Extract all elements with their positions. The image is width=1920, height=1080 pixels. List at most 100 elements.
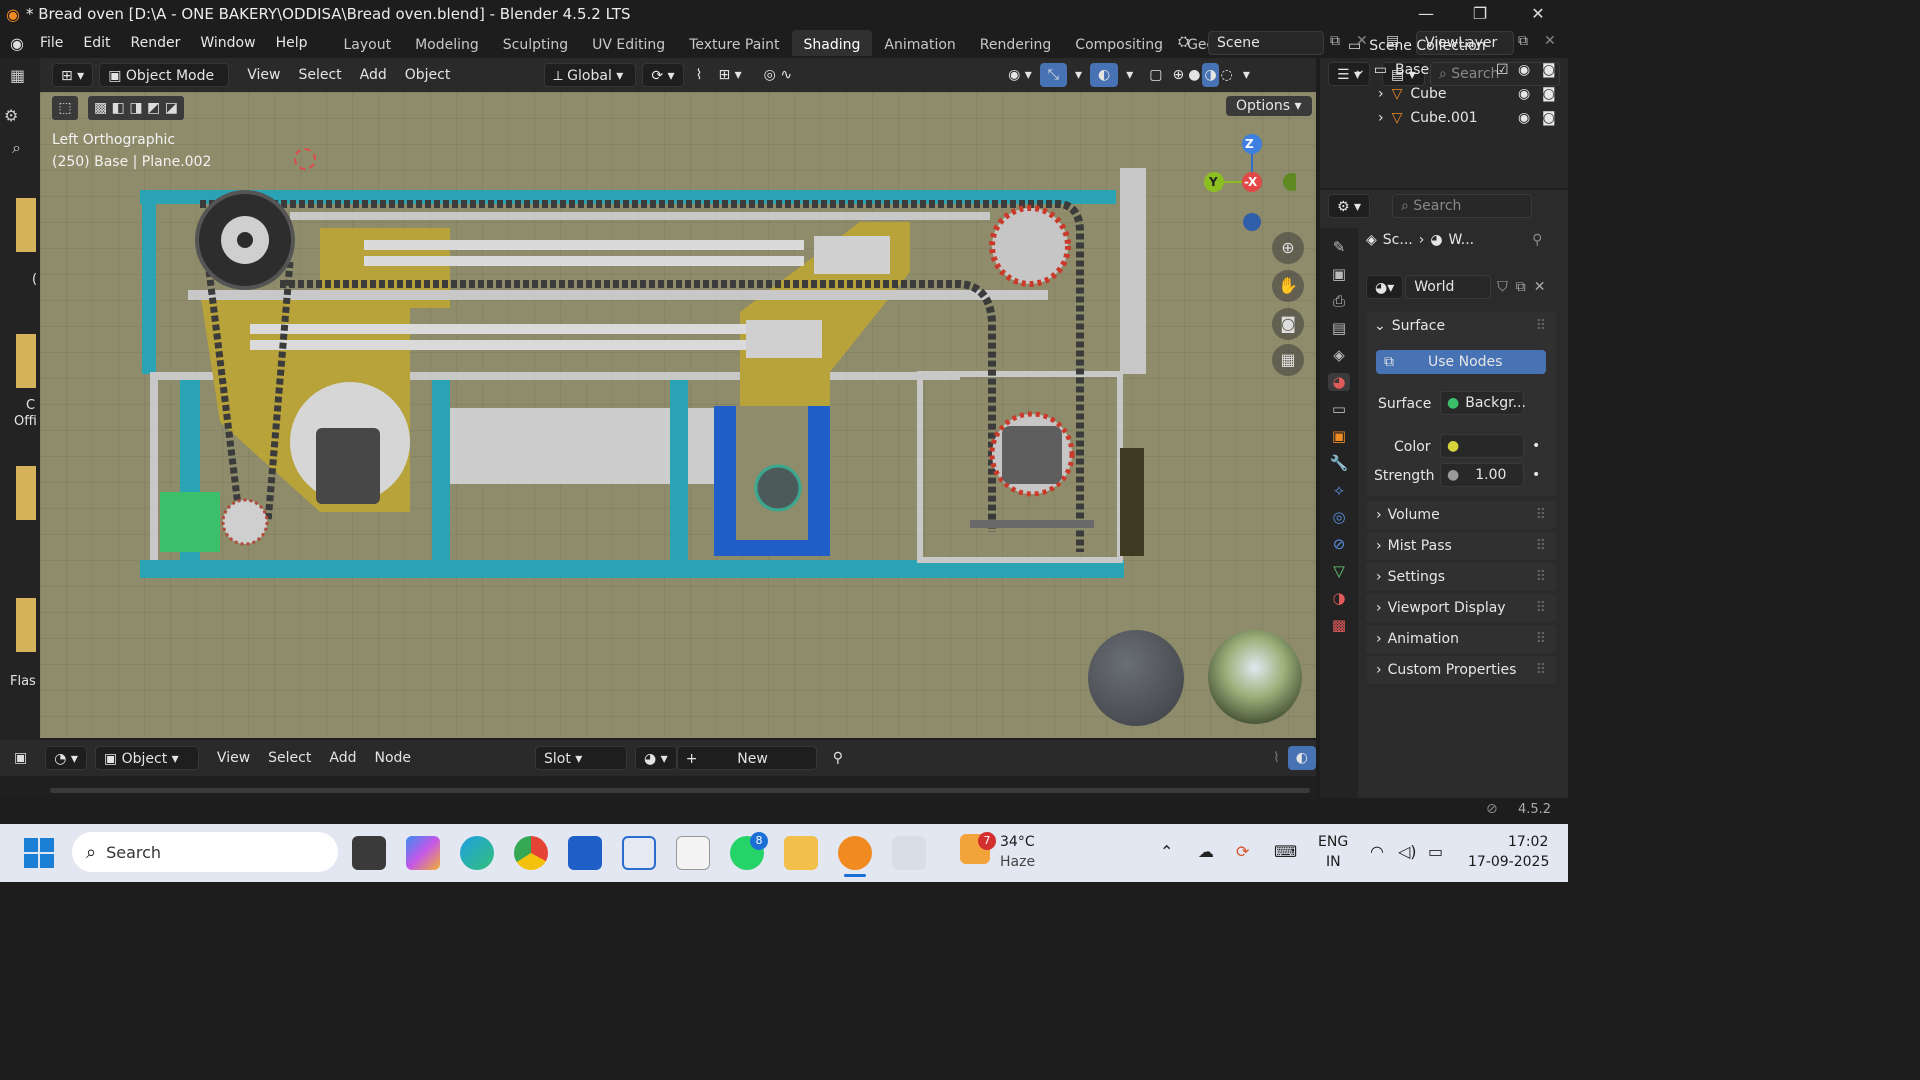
folder-thumb[interactable] <box>16 598 36 652</box>
node-menu-view[interactable]: View <box>209 746 258 770</box>
windows-start-icon[interactable] <box>24 838 54 868</box>
data-tab-icon[interactable]: ▽ <box>1333 562 1345 580</box>
wifi-icon[interactable]: ◠ <box>1370 842 1384 861</box>
custom-properties-panel-header[interactable]: › Custom Properties ⠿ <box>1366 656 1556 684</box>
pin-icon[interactable]: ⚲ <box>825 746 851 770</box>
transform-orientation-dropdown[interactable]: ⟂ Global ▾ <box>544 63 637 87</box>
blender-menu-icon[interactable]: ◉ <box>10 34 24 53</box>
view-layer-tab-icon[interactable]: ▤ <box>1332 319 1346 337</box>
fake-user-icon[interactable]: ⛉ <box>1497 279 1508 295</box>
chrome-icon[interactable] <box>514 836 548 870</box>
snap-icon[interactable]: ⌇ <box>688 63 711 87</box>
region-label[interactable]: IN <box>1326 854 1341 870</box>
volume-icon[interactable]: ◁) <box>1398 842 1417 861</box>
drag-handle-icon[interactable]: ⠿ <box>1536 662 1546 678</box>
zoom-icon[interactable]: ⊕ <box>1272 232 1304 264</box>
render-tab-icon[interactable]: ▣ <box>1332 265 1346 283</box>
editor-type-button[interactable]: ⊞ ▾ <box>52 63 94 87</box>
network-off-icon[interactable]: ⊘ <box>1486 801 1498 817</box>
close-button[interactable]: ✕ <box>1510 0 1566 28</box>
expand-icon[interactable]: › <box>1378 110 1384 126</box>
breadcrumb-scene[interactable]: Sc... <box>1383 232 1413 248</box>
file-explorer-icon[interactable] <box>784 836 818 870</box>
outliner-row-base[interactable]: ⌄ ▭ Base ☑ ◉ ◙ <box>1320 58 1568 82</box>
tab-uv-editing[interactable]: UV Editing <box>580 30 677 56</box>
object-tab-icon[interactable]: ▣ <box>1332 427 1346 445</box>
proportional-edit-icon[interactable]: ◎ ∿ <box>756 63 800 87</box>
texture-tab-icon[interactable]: ▩ <box>1332 616 1346 634</box>
viewlayer-delete-icon[interactable]: ✕ <box>1544 33 1556 49</box>
surface-shader-field[interactable]: ● Backgr... <box>1440 391 1526 415</box>
sync-app-icon[interactable]: ⟳ <box>1236 842 1249 861</box>
store-icon[interactable] <box>568 836 602 870</box>
surface-panel-header[interactable]: ⌄ Surface ⠿ <box>1366 312 1556 340</box>
drag-handle-icon[interactable]: ⠿ <box>1536 538 1546 554</box>
camera-icon[interactable]: ◙ <box>1542 86 1556 102</box>
tab-rendering[interactable]: Rendering <box>968 30 1064 56</box>
overlay-dropdown-icon[interactable]: ▾ <box>1118 63 1141 87</box>
scene-selector-icon[interactable]: ⛭ <box>1178 34 1189 50</box>
keyframe-dot-icon[interactable]: • <box>1532 438 1540 454</box>
eye-icon[interactable]: ◉ <box>1518 86 1530 102</box>
output-tab-icon[interactable]: ⎙ <box>1333 292 1345 310</box>
properties-search-input[interactable]: ⌕ Search <box>1392 194 1532 218</box>
shader-type-button[interactable]: ◔ ▾ <box>45 746 87 770</box>
folder-thumb[interactable] <box>16 334 36 388</box>
scene-name-field[interactable]: Scene <box>1208 31 1324 55</box>
camera-view-icon[interactable]: ◙ <box>1272 308 1304 340</box>
material-tab-icon[interactable]: ◑ <box>1332 589 1345 607</box>
mode-dropdown[interactable]: ▣ Object Mode ▾ <box>99 63 230 108</box>
modifier-tab-icon[interactable]: 🔧 <box>1330 454 1349 472</box>
node-scrollbar[interactable] <box>50 788 1310 793</box>
keyboard-icon[interactable]: ⌨ <box>1274 842 1297 861</box>
drag-handle-icon[interactable]: ⠿ <box>1536 318 1546 334</box>
properties-editor-type[interactable]: ⚙ ▾ <box>1328 194 1371 218</box>
task-view-icon[interactable] <box>352 836 386 870</box>
maximize-button[interactable]: ❐ <box>1452 0 1508 28</box>
menu-render[interactable]: Render <box>121 35 191 51</box>
physics-tab-icon[interactable]: ◎ <box>1332 508 1345 526</box>
sync-icon[interactable]: ⚙ <box>4 106 18 125</box>
world-name-field[interactable]: World <box>1405 275 1492 299</box>
menu-view[interactable]: View <box>239 63 288 87</box>
menu-edit[interactable]: Edit <box>73 35 120 51</box>
eye-icon[interactable]: ◉ <box>1518 62 1530 78</box>
tab-sculpting[interactable]: Sculpting <box>491 30 580 56</box>
checkbox-icon[interactable]: ☑ <box>1496 62 1509 78</box>
expand-icon[interactable]: › <box>1378 86 1384 102</box>
pan-hand-icon[interactable]: ✋ <box>1272 270 1304 302</box>
eye-icon[interactable]: ◉ <box>1518 110 1530 126</box>
scene-tab-icon[interactable]: ◈ <box>1333 346 1345 364</box>
animation-panel-header[interactable]: › Animation ⠿ <box>1366 625 1556 653</box>
minimize-button[interactable]: — <box>1398 0 1454 28</box>
constraints-tab-icon[interactable]: ⊘ <box>1333 535 1346 553</box>
camera-icon[interactable]: ◙ <box>1542 62 1556 78</box>
strength-field[interactable]: ● 1.00 <box>1440 463 1524 487</box>
outliner-row-cube-001[interactable]: › ▽ Cube.001 ◉ ◙ <box>1320 106 1568 130</box>
shading-dropdown-icon[interactable]: ▾ <box>1235 63 1258 87</box>
grid-ortho-icon[interactable]: ▦ <box>1272 344 1304 376</box>
overlay-toggle-icon[interactable]: ◐ <box>1090 63 1119 87</box>
outliner-row-scene-collection[interactable]: ▭ Scene Collection <box>1320 34 1486 58</box>
folder-thumb[interactable] <box>16 466 36 520</box>
tab-shading[interactable]: Shading <box>791 30 873 56</box>
unlink-icon[interactable]: ✕ <box>1534 279 1546 295</box>
edge-icon[interactable] <box>460 836 494 870</box>
snipping-tool-icon[interactable] <box>892 836 926 870</box>
viewlayer-new-icon[interactable]: ⧉ <box>1518 33 1528 49</box>
drag-handle-icon[interactable]: ⠿ <box>1536 507 1546 523</box>
volume-panel-header[interactable]: › Volume ⠿ <box>1366 501 1556 529</box>
xray-icon[interactable]: ▢ <box>1141 63 1170 87</box>
pivot-point-button[interactable]: ⟳ ▾ <box>642 63 684 87</box>
snap-target-icon[interactable]: ⊞ ▾ <box>710 63 749 87</box>
world-browse-icon[interactable]: ◕ ▾ <box>635 746 677 770</box>
shader-object-dropdown[interactable]: ▣ Object ▾ <box>94 746 199 770</box>
color-field[interactable]: ● <box>1440 434 1524 458</box>
taskbar-search-input[interactable]: ⌕ Search <box>72 832 338 872</box>
node-overlay-icon[interactable]: ◐ <box>1287 746 1317 770</box>
search-icon[interactable]: ⌕ <box>12 138 21 158</box>
material-shading-icon[interactable]: ◑ <box>1202 63 1219 87</box>
visibility-icon[interactable]: ◉ ▾ <box>1000 63 1040 87</box>
pin-icon[interactable]: ⚲ <box>1532 232 1542 248</box>
world-tab-icon[interactable]: ◕ <box>1328 373 1350 391</box>
